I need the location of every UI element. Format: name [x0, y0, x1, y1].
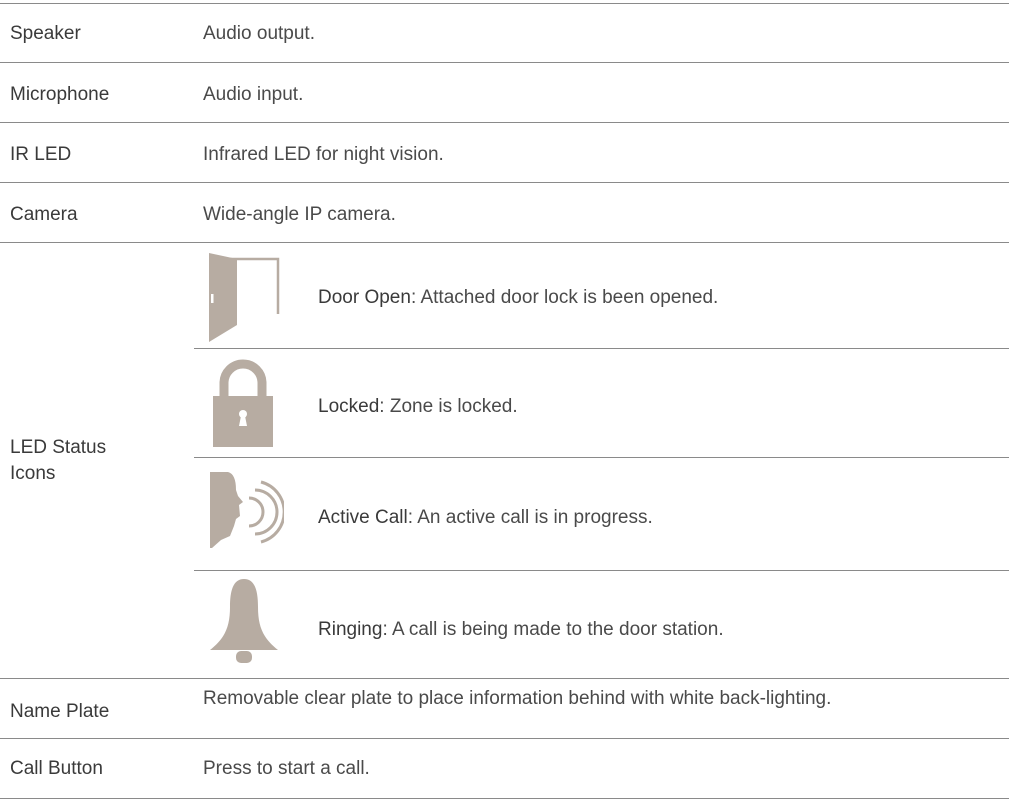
- led-item-active-call: Active Call: An active call is in progre…: [194, 458, 1009, 571]
- row-term: Speaker: [10, 23, 81, 44]
- led-item-text: : Zone is locked.: [379, 396, 518, 417]
- door-open-icon: [209, 253, 280, 342]
- row-description: Audio output.: [203, 23, 315, 44]
- led-item-label: Locked: Zone is locked.: [318, 396, 518, 418]
- padlock-icon: [213, 359, 273, 447]
- led-item-label: Active Call: An active call is in progre…: [318, 507, 653, 529]
- led-status-term-line2: Icons: [10, 463, 56, 484]
- row-description: Audio input.: [203, 84, 304, 105]
- table-row: Call Button Press to start a call.: [0, 739, 1009, 799]
- led-item-label: Ringing: A call is being made to the doo…: [318, 619, 724, 641]
- led-item-name: Ringing: [318, 619, 383, 640]
- led-item-text: : An active call is in progress.: [407, 507, 653, 528]
- active-call-icon: [210, 472, 284, 548]
- led-status-term-line1: LED Status: [10, 437, 107, 458]
- table-row: Name Plate Removable clear plate to plac…: [0, 679, 1009, 739]
- row-term: Name Plate: [10, 701, 110, 722]
- led-item-locked: Locked: Zone is locked.: [194, 349, 1009, 458]
- bell-icon: [210, 579, 278, 663]
- table-row: IR LED Infrared LED for night vision.: [0, 123, 1009, 183]
- row-description: Wide-angle IP camera.: [203, 204, 396, 225]
- led-item-name: Door Open: [318, 287, 411, 308]
- led-item-text: : Attached door lock is been opened.: [410, 287, 719, 308]
- led-item-text: : A call is being made to the door stati…: [382, 619, 724, 640]
- led-status-row: LED Status Icons Door Open: Attached doo…: [0, 243, 1009, 679]
- row-term: IR LED: [10, 144, 72, 165]
- table-row: Camera Wide-angle IP camera.: [0, 183, 1009, 243]
- row-description: Infrared LED for night vision.: [203, 144, 444, 165]
- led-item-ringing: Ringing: A call is being made to the doo…: [194, 571, 1009, 677]
- table-row: Microphone Audio input.: [0, 63, 1009, 123]
- led-item-label: Door Open: Attached door lock is been op…: [318, 287, 718, 309]
- led-item-door-open: Door Open: Attached door lock is been op…: [194, 243, 1009, 349]
- row-description: Removable clear plate to place informati…: [203, 688, 832, 709]
- led-item-name: Locked: [318, 396, 380, 417]
- led-status-term: LED Status Icons: [10, 435, 106, 487]
- row-description: Press to start a call.: [203, 758, 370, 779]
- led-item-name: Active Call: [318, 507, 408, 528]
- row-term: Microphone: [10, 84, 110, 105]
- row-term: Camera: [10, 204, 78, 225]
- row-term: Call Button: [10, 758, 103, 779]
- table-row: Speaker Audio output.: [0, 3, 1009, 63]
